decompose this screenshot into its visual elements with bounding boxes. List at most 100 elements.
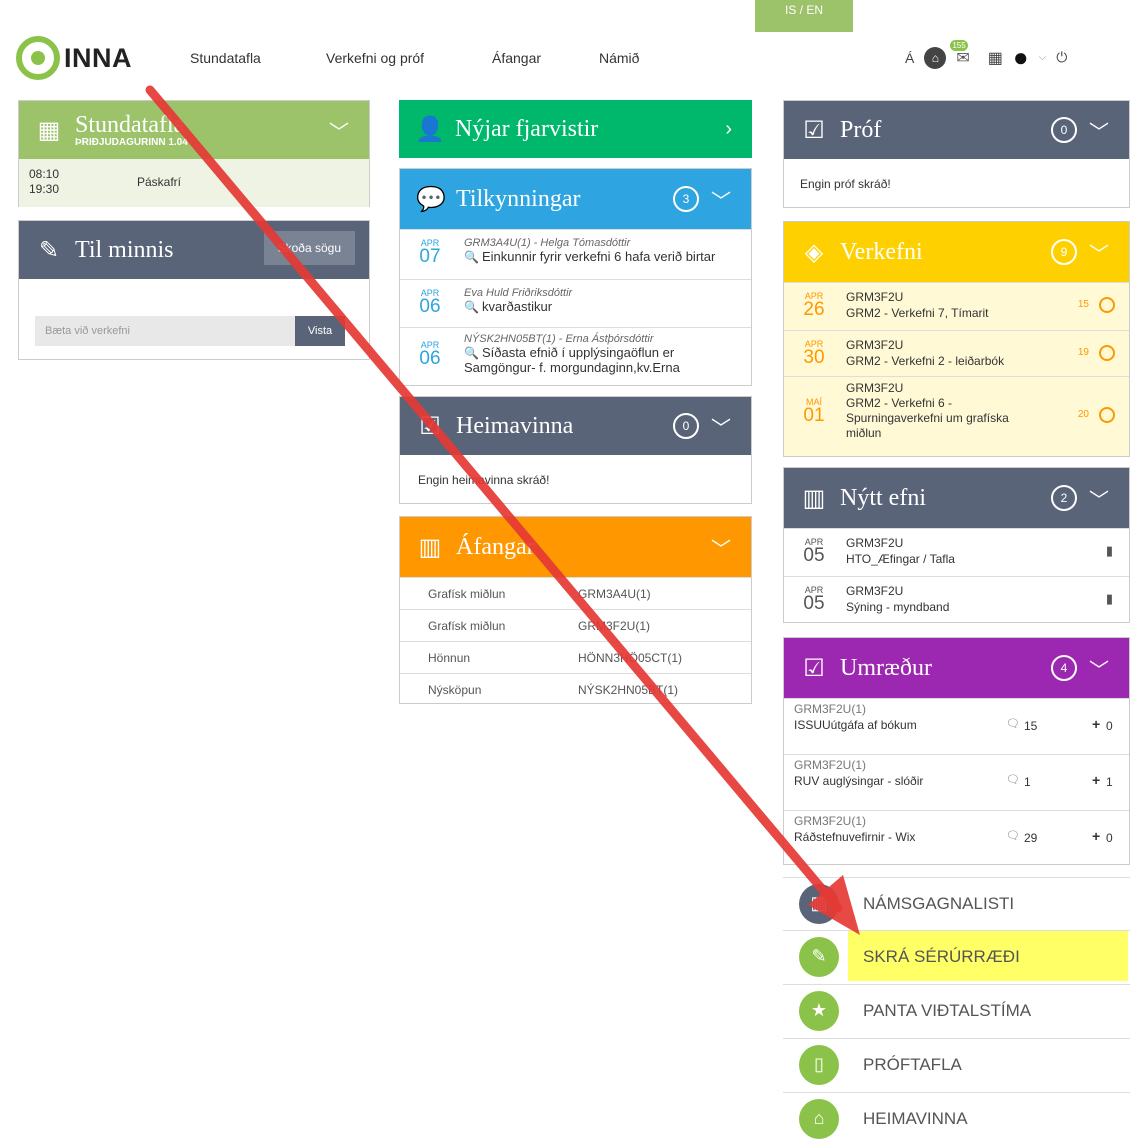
grid-icon: ▦ [37, 116, 61, 144]
chevron-down-icon[interactable]: ﹀ [1089, 484, 1109, 513]
schedule-row[interactable]: 08:10 19:30 Páskafrí [19, 159, 369, 207]
assignment-course: GRM3F2U [846, 290, 904, 304]
course-row[interactable]: Grafísk miðlun GRM3F2U(1) [400, 609, 751, 641]
notification-text: Síðasta efnið í upplýsingaöflun er [481, 345, 675, 360]
date-day: 01 [803, 405, 825, 426]
assignment-text: GRM2 - Verkefni 2 - leiðarbók [846, 354, 1005, 368]
discussion-text: Ráðstefnuvefirnir - Wix [794, 830, 916, 844]
history-button[interactable]: Skoða sögu [263, 231, 355, 265]
plus-icon[interactable]: + [1092, 772, 1100, 788]
home-icon[interactable]: ⌂ [924, 46, 947, 69]
course-code: GRM3A4U(1) [578, 587, 651, 601]
tilkynningar-header[interactable]: 💬 Tilkynningar 3 ﹀ [400, 169, 751, 229]
umraedur-header[interactable]: ☑ Umræður 4 ﹀ [784, 638, 1129, 698]
course-row[interactable]: Nýsköpun NÝSK2HN05BT(1) [400, 673, 751, 705]
calendar-icon[interactable]: ▦ [988, 48, 1003, 68]
assignment-course: GRM3F2U [846, 338, 904, 352]
verkefni-panel: ◈ Verkefni 9 ﹀ APR 26 GRM3F2U GRM2 - Verke… [783, 221, 1130, 457]
task-input-placeholder: Bæta við verkefni [45, 325, 130, 337]
notification-item[interactable]: APR 06 Eva Huld Friðriksdóttir 🔍 kvarðasti… [400, 279, 751, 327]
tilkynningar-count: 3 [673, 186, 699, 212]
discussion-item[interactable]: GRM3F2U(1) Ráðstefnuvefirnir - Wix 🗨 29 +… [784, 810, 1129, 866]
nyttefni-header[interactable]: ▥ Nýtt efni 2 ﹀ [784, 468, 1129, 528]
messages-icon[interactable]: ✉ 155 [950, 39, 970, 68]
notification-item[interactable]: APR 07 GRM3A4U(1) - Helga Tómasdóttir 🔍 Ei… [400, 229, 751, 279]
assignment-item[interactable]: APR 30 GRM3F2U GRM2 - Verkefni 2 - leiðarb… [784, 330, 1129, 376]
nav-namid[interactable]: Námið [599, 50, 639, 66]
inna-logo[interactable]: INNA [16, 36, 132, 80]
verkefni-count: 9 [1051, 239, 1077, 265]
date-day: 05 [803, 593, 825, 614]
assignment-days: 20 [1077, 409, 1089, 420]
chevron-down-icon[interactable]: ﹀ [1089, 238, 1109, 267]
language-toggle[interactable]: IS / EN [755, 0, 853, 32]
quicklink-heimavinna[interactable]: ⌂ HEIMAVINNA [783, 1092, 1130, 1144]
course-name: Grafísk miðlun [428, 587, 506, 601]
course-row[interactable]: Hönnun HÖNN3HÖ05CT(1) [400, 641, 751, 673]
assignment-text-line2: Spurningaverkefni um grafíska [846, 411, 1009, 425]
minnis-title: Til minnis [75, 236, 174, 263]
font-size-toggle[interactable]: Á [905, 50, 914, 66]
quicklink-skra-serurraedi[interactable]: ✎ SKRÁ SÉRÚRRÆÐI [783, 930, 1130, 982]
discussion-item[interactable]: GRM3F2U(1) RUV auglýsingar - slóðir 🗨 1 +… [784, 754, 1129, 810]
material-text: HTO_Æfingar / Tafla [846, 552, 955, 566]
chevron-down-icon[interactable]: ﹀ [711, 185, 731, 214]
assignment-item[interactable]: MAÍ 01 GRM3F2U GRM2 - Verkefni 6 - Spurning… [784, 376, 1129, 456]
chevron-down-icon[interactable]: ﹀ [329, 116, 349, 145]
layers-icon: ◈ [804, 238, 824, 266]
fjarvistir-panel[interactable]: 👤 Nýjar fjarvistir › [399, 100, 752, 158]
quicklink-label: PRÓFTAFLA [863, 1054, 962, 1074]
heimavinna-panel: ☑ Heimavinna 0 ﹀ Engin heimavinna skráð! [399, 396, 752, 504]
chevron-down-icon[interactable]: ⌵ [1039, 52, 1047, 63]
quicklink-proftafla[interactable]: ▯ PRÓFTAFLA [783, 1038, 1130, 1090]
task-input[interactable]: Bæta við verkefni [35, 316, 295, 346]
chevron-down-icon[interactable]: ﹀ [1089, 116, 1109, 145]
nav-afangar[interactable]: Áfangar [492, 50, 541, 66]
material-item[interactable]: APR 05 GRM3F2U HTO_Æfingar / Tafla ▮ [784, 528, 1129, 576]
afangar-header[interactable]: ▥ Áfangar ﹀ [400, 517, 751, 577]
plus-icon[interactable]: + [1092, 716, 1100, 732]
notification-text: Einkunnir fyrir verkefni 6 hafa verið bi… [481, 249, 716, 264]
course-row[interactable]: Grafísk miðlun GRM3A4U(1) [400, 577, 751, 609]
chevron-down-icon[interactable]: ﹀ [711, 533, 731, 562]
user-icon[interactable]: ● [1013, 42, 1029, 73]
discussion-course: GRM3F2U(1) [794, 702, 867, 716]
chevron-down-icon[interactable]: ﹀ [711, 412, 731, 441]
notification-item[interactable]: APR 06 NÝSK2HN05BT(1) - Erna Ástþórsdótti… [400, 327, 751, 385]
chevron-down-icon[interactable]: ﹀ [1089, 654, 1109, 683]
pencil-icon: ✎ [799, 936, 839, 977]
nav-stundatafla[interactable]: Stundatafla [190, 50, 261, 66]
save-button[interactable]: Vista [295, 316, 345, 346]
plus-count: 1 [1106, 775, 1113, 789]
nyttefni-title: Nýtt efni [840, 484, 926, 511]
assignment-item[interactable]: APR 26 GRM3F2U GRM2 - Verkefni 7, Tímarit … [784, 282, 1129, 330]
nav-verkefni-og-prof[interactable]: Verkefni og próf [326, 50, 424, 66]
assignment-days: 19 [1077, 347, 1089, 358]
assignment-days: 15 [1077, 299, 1089, 310]
quicklink-panta-vidtalstima[interactable]: ★ PANTA VIÐTALSTÍMA [783, 984, 1130, 1036]
material-item[interactable]: APR 05 GRM3F2U Sýning - myndband ▮ [784, 576, 1129, 624]
quicklink-namsgagnalisti[interactable]: ▥ NÁMSGAGNALISTI [783, 877, 1130, 929]
prof-header[interactable]: ☑ Próf 0 ﹀ [784, 101, 1129, 159]
material-course: GRM3F2U [846, 584, 904, 598]
assignment-text: GRM2 - Verkefni 6 - [846, 396, 953, 410]
heimavinna-header[interactable]: ☑ Heimavinna 0 ﹀ [400, 397, 751, 455]
power-icon[interactable]: ⏻ [1056, 49, 1067, 66]
tilkynningar-title: Tilkynningar [456, 185, 581, 212]
star-icon: ★ [799, 990, 839, 1031]
plus-icon[interactable]: + [1092, 828, 1100, 844]
verkefni-header[interactable]: ◈ Verkefni 9 ﹀ [784, 222, 1129, 282]
stundatafla-title: Stundatafla [75, 111, 185, 138]
discussion-item[interactable]: GRM3F2U(1) ISSUUútgáfa af bókum 🗨 15 + 0 [784, 698, 1129, 754]
comments-icon: 🗨 [1006, 830, 1020, 842]
time-start: 08:10 [29, 167, 60, 181]
chevron-right-icon[interactable]: › [725, 118, 732, 141]
comments-icon: 🗨 [1006, 774, 1020, 786]
assignment-course: GRM3F2U [846, 381, 904, 395]
date-day: 30 [803, 347, 825, 368]
notification-text-line2: Samgöngur- f. morgundaginn,kv.Erna [464, 360, 680, 375]
stundatafla-header[interactable]: ▦ Stundatafla ÞRIÐJUDAGURINN 1.04 ﹀ [19, 101, 369, 159]
comment-count: 1 [1024, 775, 1031, 789]
clock-icon [1099, 297, 1115, 313]
afangar-panel: ▥ Áfangar ﹀ Grafísk miðlun GRM3A4U(1) Gra… [399, 516, 752, 704]
